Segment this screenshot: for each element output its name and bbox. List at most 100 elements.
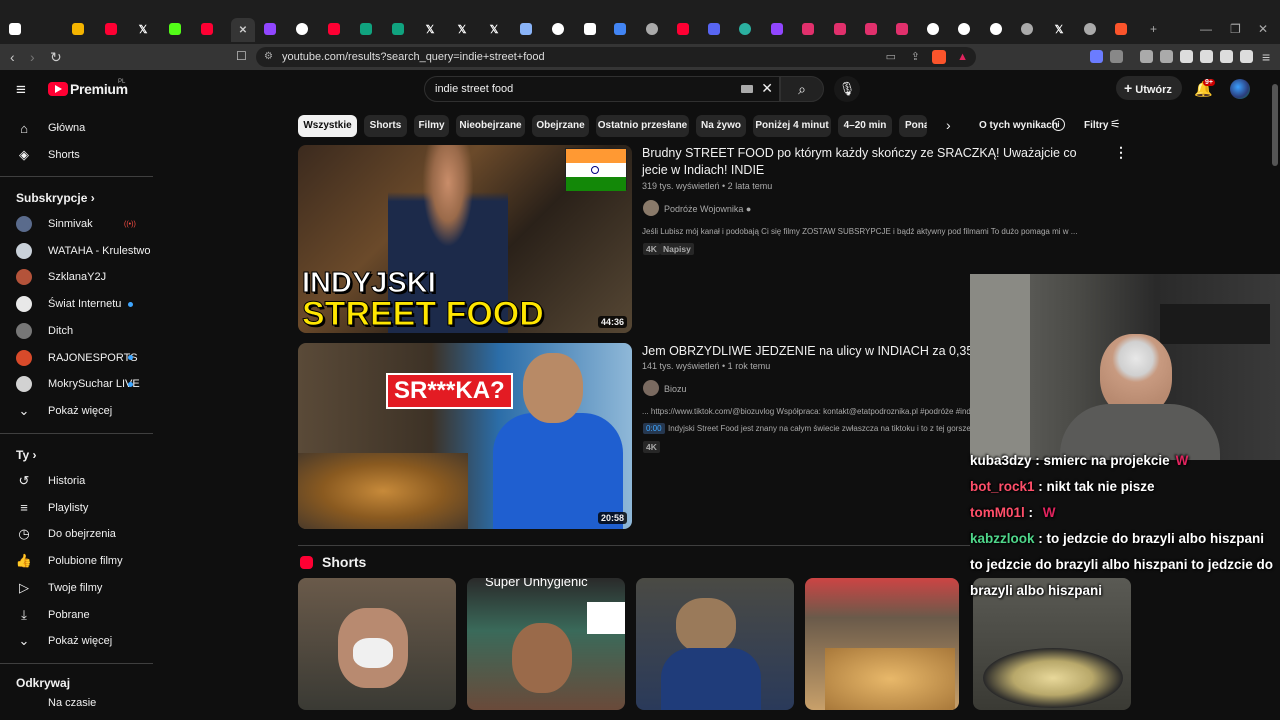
sidebar-item[interactable]: RAJONESPORTS bbox=[0, 345, 156, 371]
browser-tab[interactable] bbox=[195, 18, 219, 40]
filter-chip[interactable]: Shorts bbox=[364, 115, 407, 137]
sidebar-item[interactable]: WATAHA - Krulestwo bbox=[0, 238, 156, 264]
browser-tab[interactable]: 𝕏 bbox=[450, 18, 474, 40]
browser-tab[interactable] bbox=[921, 18, 945, 40]
channel-name[interactable]: Biozu bbox=[664, 384, 687, 394]
voice-search-icon[interactable]: 🎙 bbox=[834, 76, 860, 102]
video-title[interactable]: Jem OBRZYDLIWE JEDZENIE na ulicy w INDIA… bbox=[642, 343, 972, 360]
sidebar-item[interactable]: 👍 Polubione filmy bbox=[0, 548, 156, 574]
browser-tab[interactable] bbox=[66, 18, 90, 40]
reload-icon[interactable]: ↻ bbox=[50, 49, 62, 66]
clear-search-icon[interactable]: ✕ bbox=[761, 80, 773, 97]
browser-tab[interactable] bbox=[952, 18, 976, 40]
sidebar-toggle-icon[interactable] bbox=[1180, 50, 1193, 63]
browser-tab[interactable] bbox=[3, 18, 27, 40]
browser-tab[interactable] bbox=[859, 18, 883, 40]
filter-chip[interactable]: Ponad 20 minut bbox=[899, 115, 927, 137]
filter-chip[interactable]: Ostatnio przesłane bbox=[596, 115, 689, 137]
browser-tab[interactable] bbox=[546, 18, 570, 40]
browser-tab[interactable]: ✕ bbox=[231, 18, 255, 42]
wallet-icon[interactable] bbox=[1200, 50, 1213, 63]
back-icon[interactable]: ‹ bbox=[10, 49, 15, 65]
extension-icon[interactable] bbox=[1110, 50, 1123, 63]
filters-icon[interactable]: ⚟ bbox=[1110, 117, 1121, 131]
extensions-icon[interactable] bbox=[1160, 50, 1173, 63]
video-thumbnail[interactable]: SR***KA? 20:58 bbox=[298, 343, 632, 529]
channel-name[interactable]: Podróże Wojownika ● bbox=[664, 204, 751, 214]
filter-chip[interactable]: Obejrzane bbox=[532, 115, 589, 137]
extension-icon[interactable] bbox=[1090, 50, 1103, 63]
address-bar[interactable]: ⚙ youtube.com/results?search_query=indie… bbox=[256, 47, 976, 67]
browser-tab[interactable]: 𝕏 bbox=[482, 18, 506, 40]
browser-tab[interactable] bbox=[702, 18, 726, 40]
keyboard-icon[interactable] bbox=[741, 85, 753, 93]
browser-tab[interactable] bbox=[828, 18, 852, 40]
filter-chip[interactable]: Wszystkie bbox=[298, 115, 357, 137]
browser-tab[interactable] bbox=[796, 18, 820, 40]
browser-tab[interactable] bbox=[258, 18, 282, 40]
menu-icon[interactable]: ≡ bbox=[1262, 49, 1270, 65]
sidebar-item[interactable]: ⌄ Pokaż więcej bbox=[0, 628, 156, 654]
filter-chip[interactable]: Nieobejrzane bbox=[456, 115, 525, 137]
filter-chip[interactable]: Filmy bbox=[414, 115, 449, 137]
cast-icon[interactable]: ▭ bbox=[886, 47, 896, 67]
sidebar-item[interactable]: Na czasie bbox=[0, 696, 156, 710]
browser-tab[interactable]: 𝕏 bbox=[418, 18, 442, 40]
new-tab-button[interactable]: + bbox=[1150, 22, 1157, 36]
browser-tab[interactable] bbox=[1078, 18, 1102, 40]
browser-tab[interactable] bbox=[608, 18, 632, 40]
share-icon[interactable]: ⇪ bbox=[911, 47, 920, 67]
channel-avatar[interactable] bbox=[643, 200, 659, 216]
browser-tab[interactable] bbox=[386, 18, 410, 40]
chapter-timestamp[interactable]: 0:00 bbox=[643, 423, 665, 434]
sidebar-item[interactable]: ≡ Playlisty bbox=[0, 495, 156, 521]
browser-tab[interactable] bbox=[1015, 18, 1039, 40]
site-settings-icon[interactable]: ⚙ bbox=[264, 47, 273, 67]
bookmark-icon[interactable]: ☐ bbox=[236, 49, 247, 63]
short-thumbnail[interactable] bbox=[805, 578, 959, 710]
sidebar-item[interactable]: ◈ Shorts bbox=[0, 142, 156, 168]
downloads-icon[interactable] bbox=[1140, 50, 1153, 63]
brave-rewards-icon[interactable]: ▲ bbox=[957, 47, 968, 67]
account-avatar[interactable] bbox=[1230, 79, 1250, 99]
filter-chip[interactable]: Na żywo bbox=[696, 115, 746, 137]
sidebar-item[interactable]: ▷ Twoje filmy bbox=[0, 575, 156, 601]
channel-avatar[interactable] bbox=[643, 380, 659, 396]
short-thumbnail[interactable]: Super Unhygienic bbox=[467, 578, 625, 710]
info-icon[interactable]: i bbox=[1052, 118, 1065, 131]
results-info-link[interactable]: O tych wynikach bbox=[979, 120, 1058, 131]
minimize-icon[interactable]: — bbox=[1200, 22, 1212, 36]
video-title[interactable]: Brudny STREET FOOD po którym każdy skońc… bbox=[642, 145, 1092, 179]
browser-tab[interactable] bbox=[99, 18, 123, 40]
sidebar-item[interactable]: SzklanaY2J bbox=[0, 264, 156, 290]
filters-button[interactable]: Filtry bbox=[1084, 120, 1108, 131]
browser-tab[interactable] bbox=[640, 18, 664, 40]
create-button[interactable]: + Utwórz bbox=[1116, 76, 1182, 100]
sidebar-item[interactable]: ⌂ Główna bbox=[0, 115, 156, 141]
subscriptions-header[interactable]: Subskrypcje › bbox=[16, 191, 95, 205]
more-actions-icon[interactable]: ⋮ bbox=[1114, 144, 1128, 161]
scrollbar-thumb[interactable] bbox=[1272, 84, 1278, 166]
browser-tab[interactable]: 𝕏 bbox=[1047, 18, 1071, 40]
browser-tab[interactable] bbox=[354, 18, 378, 40]
chips-next-icon[interactable]: › bbox=[946, 117, 951, 133]
video-thumbnail[interactable]: INDYJSKI STREET FOOD 44:36 bbox=[298, 145, 632, 333]
sidebar-item[interactable]: ◷ Do obejrzenia bbox=[0, 521, 156, 547]
filter-chip[interactable]: Poniżej 4 minut bbox=[753, 115, 831, 137]
sidebar-item[interactable]: ⌄ Pokaż więcej bbox=[0, 398, 156, 424]
filter-chip[interactable]: 4–20 min bbox=[838, 115, 892, 137]
forward-icon[interactable]: › bbox=[30, 49, 35, 65]
browser-tab[interactable] bbox=[578, 18, 602, 40]
short-thumbnail[interactable] bbox=[636, 578, 794, 710]
browser-tab[interactable] bbox=[1109, 18, 1133, 40]
vpn-icon[interactable] bbox=[1240, 50, 1253, 63]
sidebar-item[interactable]: Ditch bbox=[0, 318, 156, 344]
you-header[interactable]: Ty › bbox=[16, 448, 36, 462]
search-button[interactable]: ⌕ bbox=[780, 76, 824, 102]
leo-icon[interactable] bbox=[1220, 50, 1233, 63]
search-input[interactable]: indie street food ✕ bbox=[424, 76, 780, 102]
browser-tab[interactable] bbox=[163, 18, 187, 40]
close-window-icon[interactable]: ✕ bbox=[1258, 22, 1268, 36]
browser-tab[interactable] bbox=[890, 18, 914, 40]
browser-tab[interactable] bbox=[322, 18, 346, 40]
